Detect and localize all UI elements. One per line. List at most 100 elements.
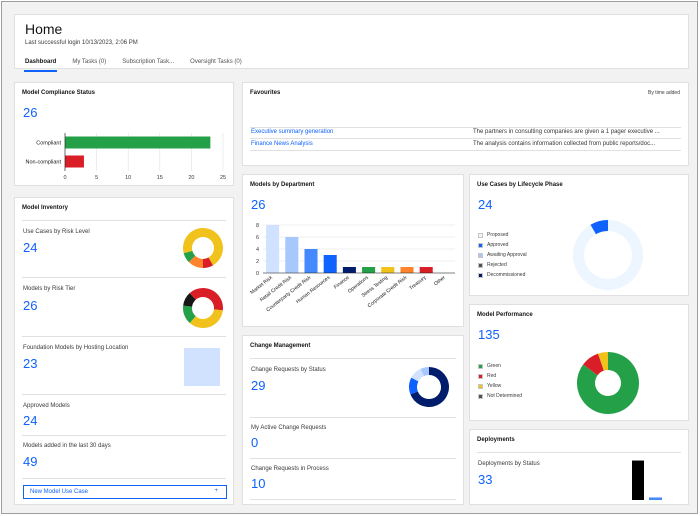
dashboard-window: Home Last successful login 10/13/2023, 2…	[1, 1, 698, 514]
department-card: Models by Department 26 0 2 4 6 8 Market Risk…	[242, 174, 464, 327]
favourite-link-2[interactable]: Finance News Analysis	[251, 141, 313, 147]
bar	[400, 267, 414, 273]
performance-legend-item[interactable]: Yellow	[478, 383, 501, 389]
performance-legend-item[interactable]: Green	[478, 363, 501, 369]
lifecycle-legend-item[interactable]: Awaiting Approval	[478, 252, 527, 258]
legend-swatch	[478, 272, 483, 278]
divider	[22, 277, 226, 278]
category-label: Treasury	[408, 275, 427, 292]
tab-my-tasks[interactable]: My Tasks (0)	[72, 58, 106, 70]
legend-swatch	[478, 252, 483, 258]
lifecycle-title: Use Cases by Lifecycle Phase	[477, 182, 563, 188]
page-header: Home Last successful login 10/13/2023, 2…	[14, 14, 689, 72]
change-management-card: Change Management Change Requests by Sta…	[242, 335, 464, 505]
deployments-card: Deployments Deployments by Status 33	[469, 429, 689, 505]
bar	[65, 136, 211, 149]
y-tick-label: 6	[256, 235, 259, 241]
divider	[250, 127, 681, 128]
lifecycle-legend-item[interactable]: Proposed	[478, 232, 508, 238]
favourite-desc-2: The analysis contains information collec…	[473, 141, 656, 147]
compliance-bar-chart: 0 5 10 15 20 25 Compliant Non-compliant	[26, 133, 226, 181]
use-cases-risk-level-label: Use Cases by Risk Level	[23, 229, 90, 235]
legend-swatch	[478, 393, 483, 399]
new-model-use-case-button[interactable]: New Model Use Case +	[23, 485, 227, 499]
bar	[419, 267, 433, 273]
risk-level-donut-segment	[183, 228, 203, 254]
deployments-title: Deployments	[477, 437, 515, 443]
divider	[250, 138, 681, 139]
compliance-count[interactable]: 26	[23, 105, 37, 120]
bar	[285, 237, 299, 273]
legend-label: Rejected	[487, 262, 507, 268]
legend-label: Not Determined	[487, 393, 523, 399]
legend-label: Proposed	[487, 232, 509, 238]
divider	[250, 499, 456, 500]
divider	[250, 417, 456, 418]
y-tick-label: 8	[256, 223, 259, 229]
bar	[323, 255, 337, 273]
x-tick-label: 20	[188, 175, 194, 181]
lifecycle-donut-chart	[573, 220, 643, 290]
last-login-text: Last successful login 10/13/2023, 2:06 P…	[25, 40, 138, 46]
legend-swatch	[478, 373, 483, 379]
lifecycle-count[interactable]: 24	[478, 197, 492, 212]
tab-subscription-tasks[interactable]: Subscription Task...	[122, 58, 174, 70]
legend-label: Red	[487, 373, 497, 379]
deployments-status-label: Deployments by Status	[478, 461, 540, 467]
department-title: Models by Department	[250, 182, 315, 188]
deployments-status-count[interactable]: 33	[478, 472, 492, 487]
foundation-models-chart	[184, 348, 220, 386]
bar	[632, 460, 644, 500]
bar	[65, 155, 84, 168]
legend-swatch	[478, 363, 483, 369]
legend-swatch	[478, 242, 483, 248]
my-active-change-requests-label: My Active Change Requests	[251, 425, 327, 431]
divider	[22, 435, 226, 436]
performance-card: Model Performance 135 Green Red Yellow Not …	[469, 304, 689, 421]
models-added-count[interactable]: 49	[23, 454, 37, 469]
performance-legend-item[interactable]: Not Determined	[478, 393, 522, 399]
divider	[22, 394, 226, 395]
divider	[250, 458, 456, 459]
favourites-sort-label[interactable]: By time added	[648, 90, 680, 96]
lifecycle-legend-item[interactable]: Approved	[478, 242, 508, 248]
department-count[interactable]: 26	[251, 197, 265, 212]
favourites-card: Favourites By time added Executive summa…	[242, 82, 689, 166]
y-tick-label: 4	[256, 247, 259, 253]
tab-bar: Dashboard My Tasks (0) Subscription Task…	[23, 58, 258, 72]
change-requests-status-count[interactable]: 29	[251, 378, 265, 393]
risk-tier-donut-segment	[203, 288, 223, 311]
y-tick-label: 2	[256, 259, 259, 265]
models-risk-tier-count[interactable]: 26	[23, 298, 37, 313]
compliance-card: Model Compliance Status 26 0 5 10 15 20 25 Com…	[14, 82, 234, 186]
favourite-link-1[interactable]: Executive summary generation	[251, 129, 333, 135]
bar	[362, 267, 376, 273]
divider	[250, 358, 456, 359]
risk-tier-donut-chart	[183, 288, 223, 328]
lifecycle-legend-item[interactable]: Decommissioned	[478, 272, 525, 278]
tab-oversight-tasks[interactable]: Oversight Tasks (0)	[190, 58, 242, 70]
favourites-title: Favourites	[250, 90, 281, 96]
x-tick-label: 5	[95, 175, 98, 181]
risk-tier-donut-segment	[189, 309, 223, 328]
legend-swatch	[478, 262, 483, 268]
legend-label: Yellow	[487, 383, 502, 389]
legend-label: Decommissioned	[487, 272, 526, 278]
change-status-donut-chart	[409, 367, 449, 407]
legend-swatch	[478, 383, 483, 389]
tab-dashboard[interactable]: Dashboard	[23, 58, 58, 72]
my-active-change-requests-count[interactable]: 0	[251, 435, 258, 450]
x-tick-label: 0	[63, 175, 66, 181]
approved-models-label: Approved Models	[23, 403, 70, 409]
performance-legend-item[interactable]: Red	[478, 373, 496, 379]
new-model-use-case-label: New Model Use Case	[30, 489, 89, 495]
approved-models-count[interactable]: 24	[23, 413, 37, 428]
plus-icon: +	[214, 488, 218, 494]
department-bar-chart: 02468Market RiskRetail Credit RiskCounte…	[249, 223, 455, 313]
legend-label: Approved	[487, 242, 509, 248]
change-requests-process-count[interactable]: 10	[251, 476, 265, 491]
use-cases-risk-level-count[interactable]: 24	[23, 240, 37, 255]
performance-count[interactable]: 135	[478, 327, 500, 342]
foundation-models-count[interactable]: 23	[23, 356, 37, 371]
lifecycle-legend-item[interactable]: Rejected	[478, 262, 507, 268]
